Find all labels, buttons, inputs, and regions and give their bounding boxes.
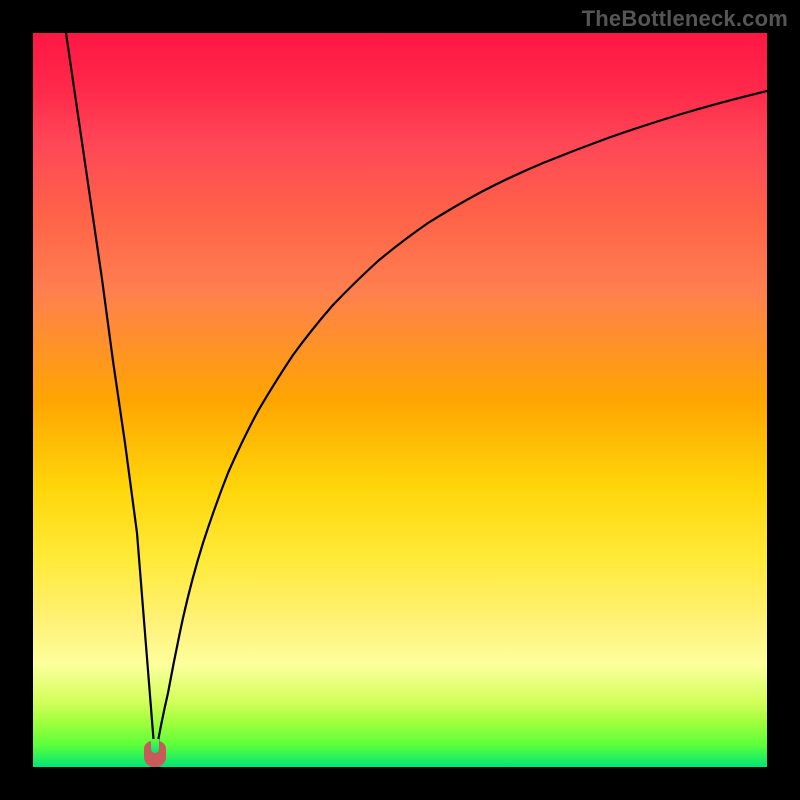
curve-left-branch [66,33,155,758]
watermark-text: TheBottleneck.com [582,6,788,32]
curve-svg [33,33,767,767]
cusp-marker [144,741,166,767]
curve-right-branch [155,91,767,758]
plot-area [33,33,767,767]
